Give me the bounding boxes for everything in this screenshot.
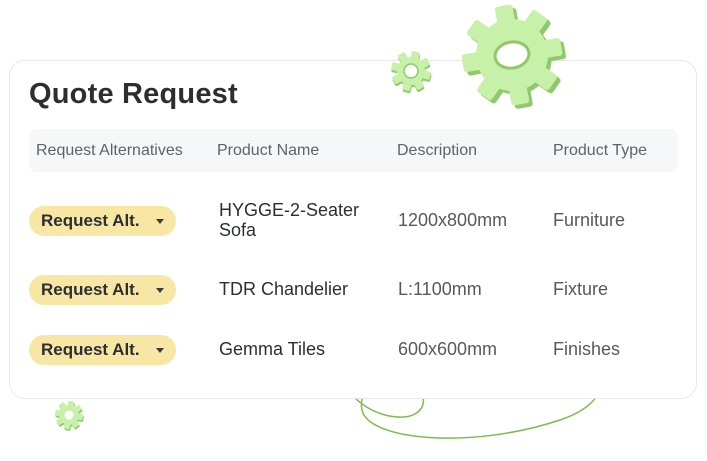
column-header-description: Description	[397, 142, 478, 159]
chevron-down-icon	[156, 348, 164, 353]
request-alt-button[interactable]: Request Alt.	[29, 206, 176, 236]
table-row: Request Alt. TDR Chandelier L:1100mm Fix…	[29, 275, 678, 307]
table-row: Request Alt. HYGGE-2-Seater Sofa 1200x80…	[29, 200, 678, 245]
column-header-product-name: Product Name	[217, 142, 320, 159]
product-type-cell: Fixture	[553, 279, 609, 299]
product-type-cell: Finishes	[553, 339, 621, 359]
request-alt-label: Request Alt.	[41, 280, 140, 299]
product-name-cell: TDR Chandelier	[219, 279, 349, 299]
description-cell: L:1100mm	[398, 279, 482, 299]
page-title: Quote Request	[29, 78, 238, 110]
request-alt-button[interactable]: Request Alt.	[29, 275, 176, 305]
table-header: Request Alternatives Product Name Descri…	[29, 129, 678, 172]
description-cell: 1200x800mm	[398, 210, 508, 230]
table-row: Request Alt. Gemma Tiles 600x600mm Finis…	[29, 335, 678, 367]
request-alt-button[interactable]: Request Alt.	[29, 335, 176, 365]
chevron-down-icon	[156, 219, 164, 224]
product-name-cell: HYGGE-2-Seater Sofa	[219, 200, 360, 240]
gear-icon	[390, 50, 432, 94]
description-cell: 600x600mm	[398, 339, 498, 359]
product-type-cell: Furniture	[553, 210, 626, 230]
product-name-cell: Gemma Tiles	[219, 339, 326, 359]
column-header-request-alternatives: Request Alternatives	[36, 142, 183, 159]
gear-icon	[461, 4, 566, 109]
chevron-down-icon	[156, 288, 164, 293]
column-header-product-type: Product Type	[553, 142, 647, 159]
request-alt-label: Request Alt.	[41, 211, 140, 230]
gear-icon	[54, 400, 84, 431]
quote-request-stage: Quote Request Request Alternatives Produ…	[0, 0, 707, 461]
request-alt-label: Request Alt.	[41, 340, 140, 359]
